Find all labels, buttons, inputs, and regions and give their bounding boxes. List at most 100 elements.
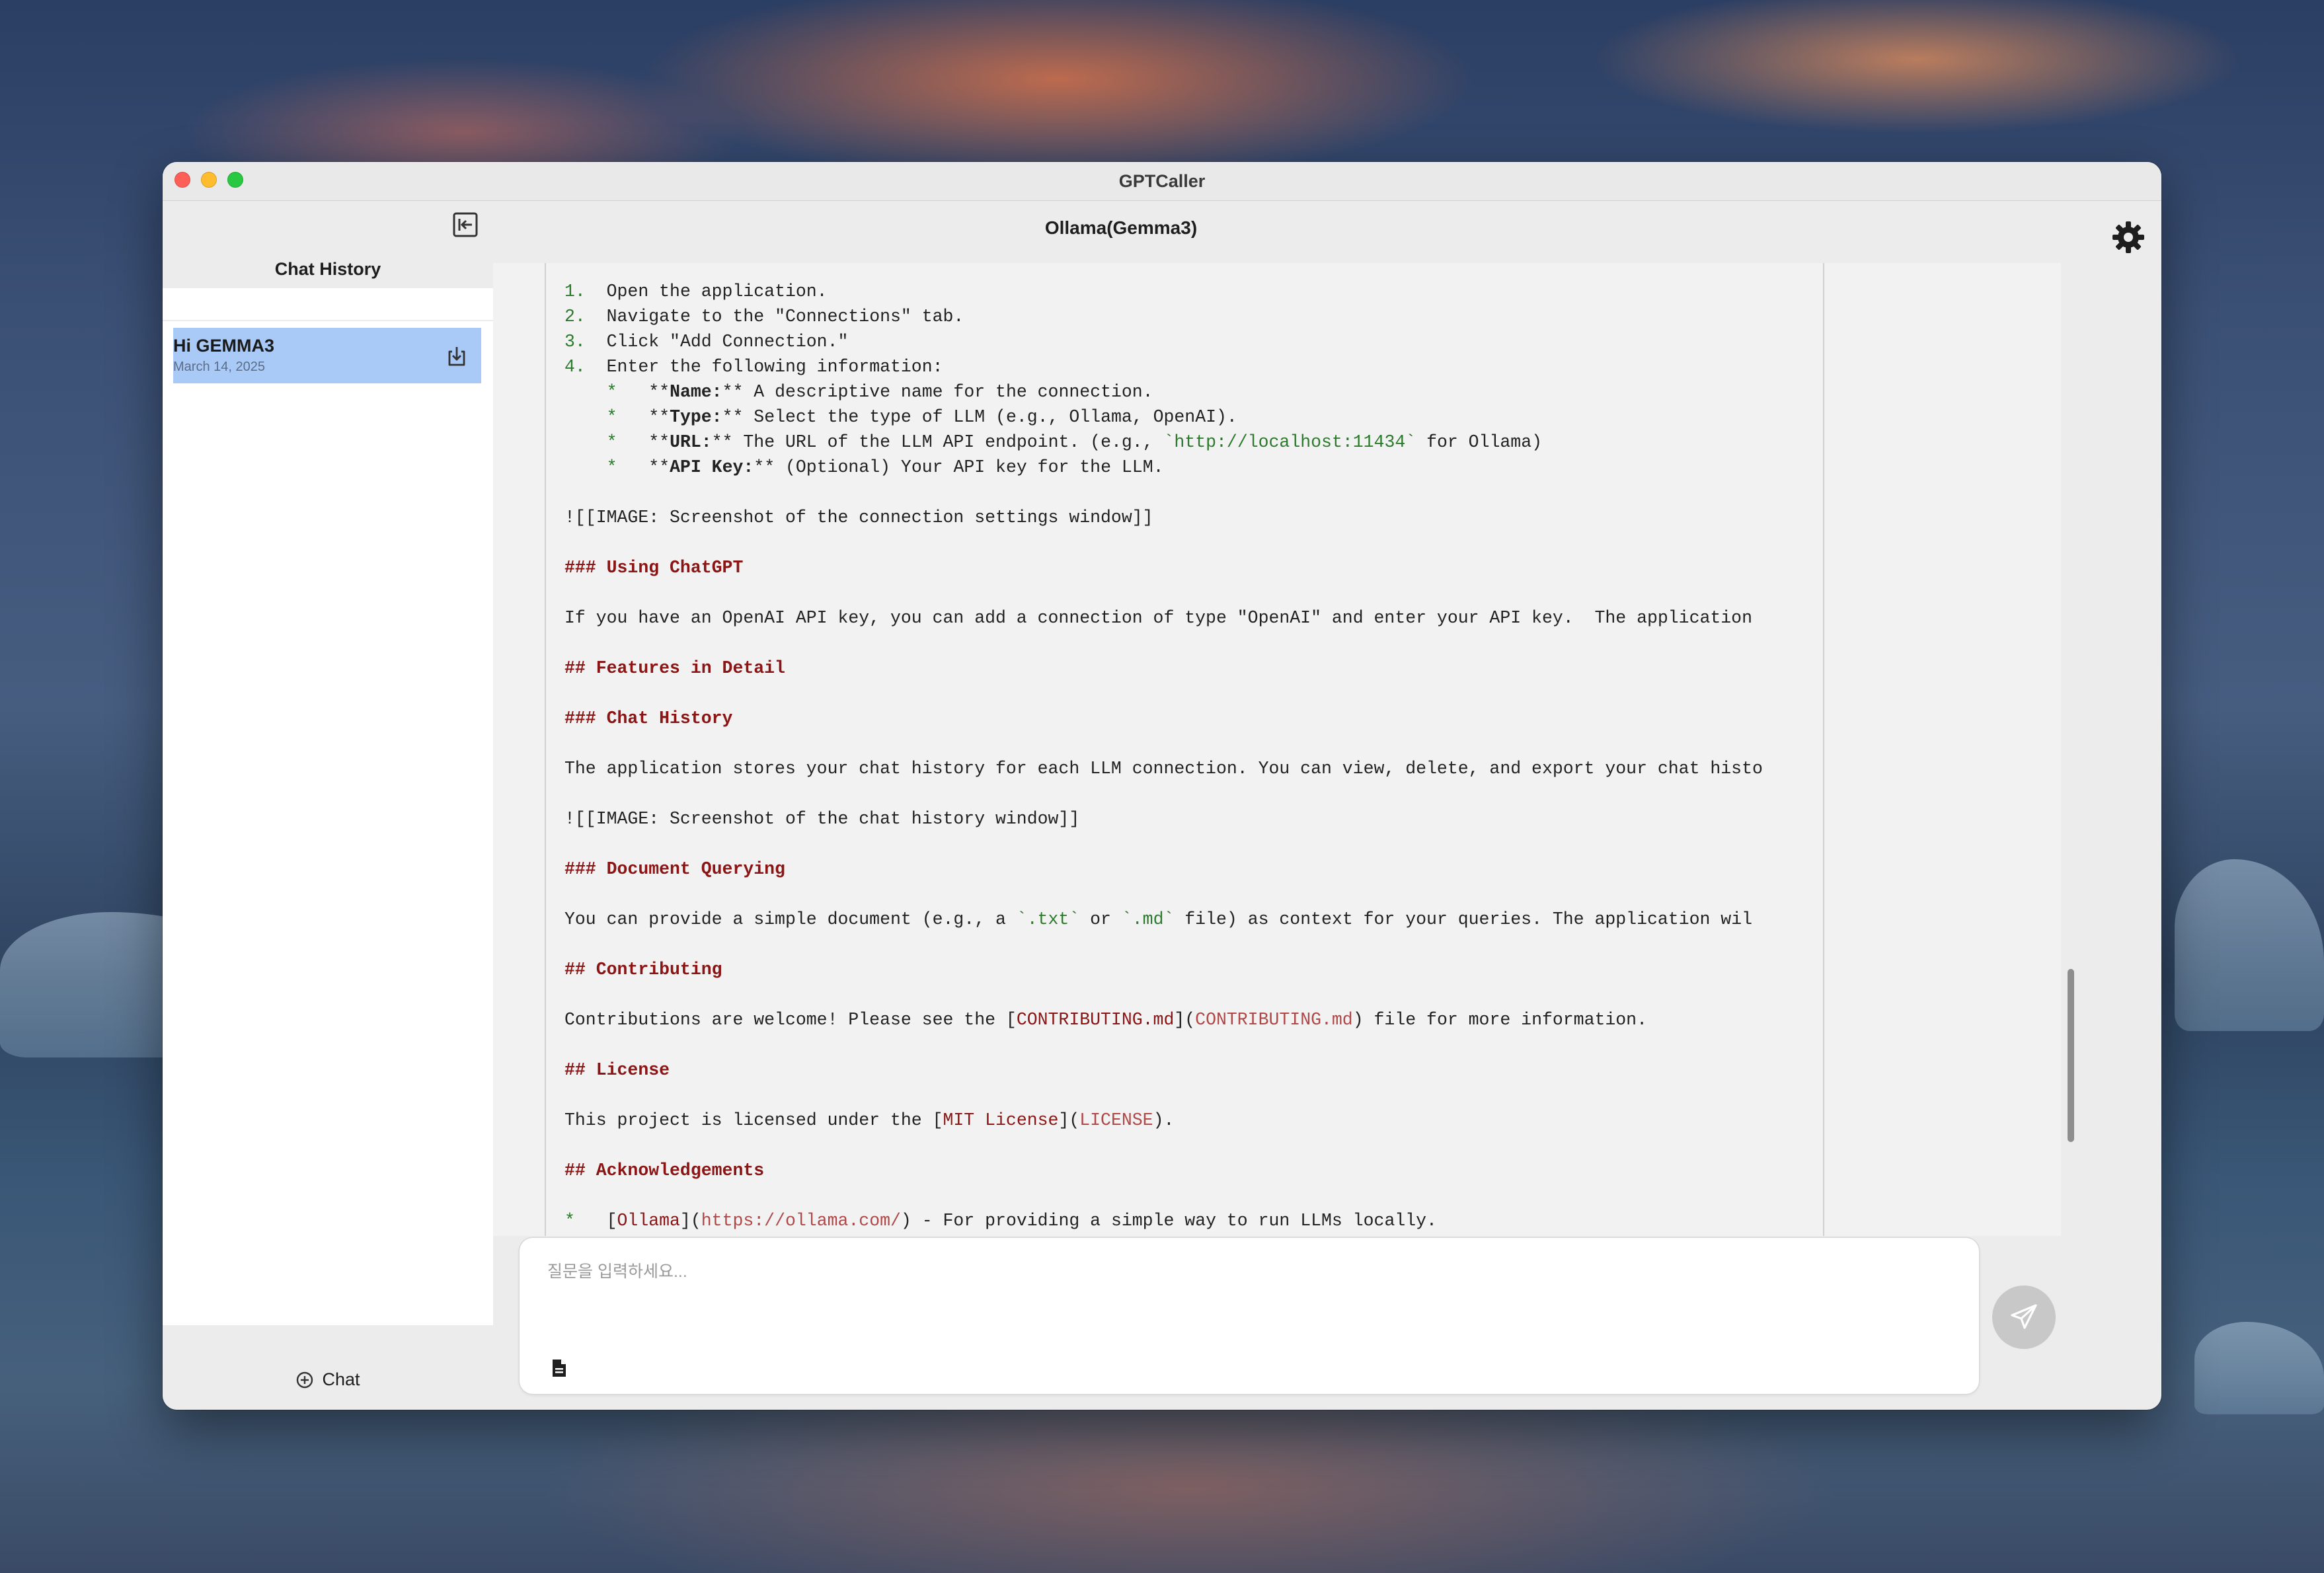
- markdown-heading: ## Contributing: [564, 960, 722, 979]
- markdown-heading: ## Acknowledgements: [564, 1161, 765, 1180]
- markdown-link-text[interactable]: Ollama: [617, 1211, 680, 1231]
- message-line: 2. Navigate to the "Connections" tab.: [564, 304, 1820, 329]
- model-title: Ollama(Gemma3): [1044, 217, 1198, 238]
- message-composer: [520, 1238, 1979, 1394]
- message-text-span: ) file for more information.: [1352, 1010, 1647, 1030]
- message-text-span: This project is licensed under the [: [564, 1110, 943, 1130]
- message-text-span: ](: [1058, 1110, 1080, 1130]
- paper-plane-icon: [2011, 1304, 2037, 1329]
- message-text-span: You can provide a simple document (e.g.,…: [564, 909, 1017, 929]
- sidebar-title: Chat History: [274, 259, 381, 279]
- list-number: 4.: [564, 357, 586, 377]
- list-number: 3.: [564, 332, 586, 352]
- vertical-scrollbar[interactable]: [2061, 263, 2079, 1236]
- bullet: *: [606, 407, 617, 427]
- list-divider: [163, 320, 493, 321]
- chat-item-title: Hi GEMMA3: [173, 336, 275, 356]
- gear-icon: [2112, 221, 2144, 253]
- message-text-span: **: [648, 382, 670, 402]
- message-line: * **URL:** The URL of the LLM API endpoi…: [564, 430, 1820, 455]
- chat-history-item[interactable]: Hi GEMMA3 March 14, 2025: [173, 328, 481, 383]
- message-text-span: file) as context for your queries. The a…: [1174, 909, 1753, 929]
- markdown-heading: ## License: [564, 1060, 670, 1080]
- close-window-button[interactable]: [174, 172, 190, 188]
- markdown-heading: ## Features in Detail: [564, 658, 785, 678]
- bold-text: Type:: [670, 407, 722, 427]
- message-line: ![[IMAGE: Screenshot of the chat history…: [564, 809, 1080, 829]
- message-line: You can provide a simple document (e.g.,…: [564, 907, 1820, 932]
- message-line: * **Type:** Select the type of LLM (e.g.…: [564, 404, 1820, 430]
- window-title: GPTCaller: [1118, 171, 1206, 191]
- message-line: This project is licensed under the [MIT …: [564, 1108, 1820, 1133]
- markdown-heading: ### Chat History: [564, 709, 733, 728]
- inline-code: `.md`: [1121, 909, 1175, 929]
- scrollbar-thumb[interactable]: [2068, 969, 2074, 1142]
- sidebar: Chat History Hi GEMMA3 March 14, 2025 Ch…: [163, 201, 493, 1410]
- list-number: 1.: [564, 282, 586, 301]
- settings-button[interactable]: [2111, 220, 2146, 254]
- message-line: If you have an OpenAI API key, you can a…: [564, 608, 1752, 628]
- markdown-link-text[interactable]: MIT License: [943, 1110, 1059, 1130]
- inline-code: `http://localhost:11434`: [1163, 432, 1416, 452]
- collapse-sidebar-button[interactable]: [452, 211, 479, 238]
- background-ice: [2194, 1322, 2324, 1414]
- message-text-span: Contributions are welcome! Please see th…: [564, 1010, 1017, 1030]
- message-text-span: ** Select the type of LLM (e.g., Ollama,…: [722, 407, 1237, 427]
- markdown-link-url[interactable]: CONTRIBUTING.md: [1195, 1010, 1353, 1030]
- minimize-window-button[interactable]: [201, 172, 217, 188]
- zoom-window-button[interactable]: [227, 172, 243, 188]
- new-chat-button[interactable]: Chat: [163, 1369, 493, 1390]
- new-chat-label: Chat: [322, 1369, 360, 1389]
- message-text-span: ](: [1174, 1010, 1196, 1030]
- markdown-link-text[interactable]: CONTRIBUTING.md: [1017, 1010, 1175, 1030]
- message-text-span: ).: [1153, 1110, 1175, 1130]
- message-text-span: or: [1079, 909, 1122, 929]
- inline-code: `.txt`: [1016, 909, 1080, 929]
- message-text: 1. Open the application. 2. Navigate to …: [564, 279, 1820, 1233]
- list-number: 2.: [564, 307, 586, 326]
- message-line: The application stores your chat history…: [564, 759, 1763, 779]
- message-text-span: ) - For providing a simple way to run LL…: [900, 1211, 1437, 1231]
- message-line: * [Ollama](https://ollama.com/) - For pr…: [564, 1208, 1820, 1233]
- message-text-span: **: [648, 432, 670, 452]
- message-text-span: Enter the following information:: [606, 357, 943, 377]
- message-text-span: for Ollama): [1416, 432, 1543, 452]
- bullet: *: [564, 1211, 575, 1231]
- message-text-span: Open the application.: [606, 282, 828, 301]
- bullet: *: [606, 382, 617, 402]
- message-line: * **API Key:** (Optional) Your API key f…: [564, 455, 1820, 480]
- markdown-heading: ### Using ChatGPT: [564, 558, 744, 578]
- message-text-span: ](: [679, 1211, 701, 1231]
- markdown-link-url[interactable]: https://ollama.com/: [701, 1211, 901, 1231]
- send-button[interactable]: [1992, 1285, 2056, 1349]
- message-text-span: Navigate to the "Connections" tab.: [606, 307, 964, 326]
- markdown-link-url[interactable]: LICENSE: [1079, 1110, 1153, 1130]
- message-line: ![[IMAGE: Screenshot of the connection s…: [564, 508, 1153, 527]
- question-input[interactable]: [546, 1258, 1950, 1285]
- title-bar: GPTCaller: [163, 162, 2161, 201]
- message-text-span: ** (Optional) Your API key for the LLM.: [754, 457, 1164, 477]
- chat-item-date: March 14, 2025: [173, 360, 265, 374]
- background-ice: [2175, 859, 2324, 1031]
- export-chat-button[interactable]: [444, 344, 469, 369]
- chat-history-list: Hi GEMMA3 March 14, 2025: [163, 288, 493, 1325]
- message-text-span: [: [606, 1211, 617, 1231]
- sidebar-collapse-icon: [453, 212, 478, 237]
- bold-text: Name:: [670, 382, 722, 402]
- message-line: 4. Enter the following information:: [564, 354, 1820, 379]
- attach-document-button[interactable]: [551, 1358, 570, 1379]
- bold-text: API Key:: [670, 457, 754, 477]
- message-line: * **Name:** A descriptive name for the c…: [564, 379, 1820, 404]
- message-scroll-area[interactable]: 1. Open the application. 2. Navigate to …: [493, 263, 2079, 1236]
